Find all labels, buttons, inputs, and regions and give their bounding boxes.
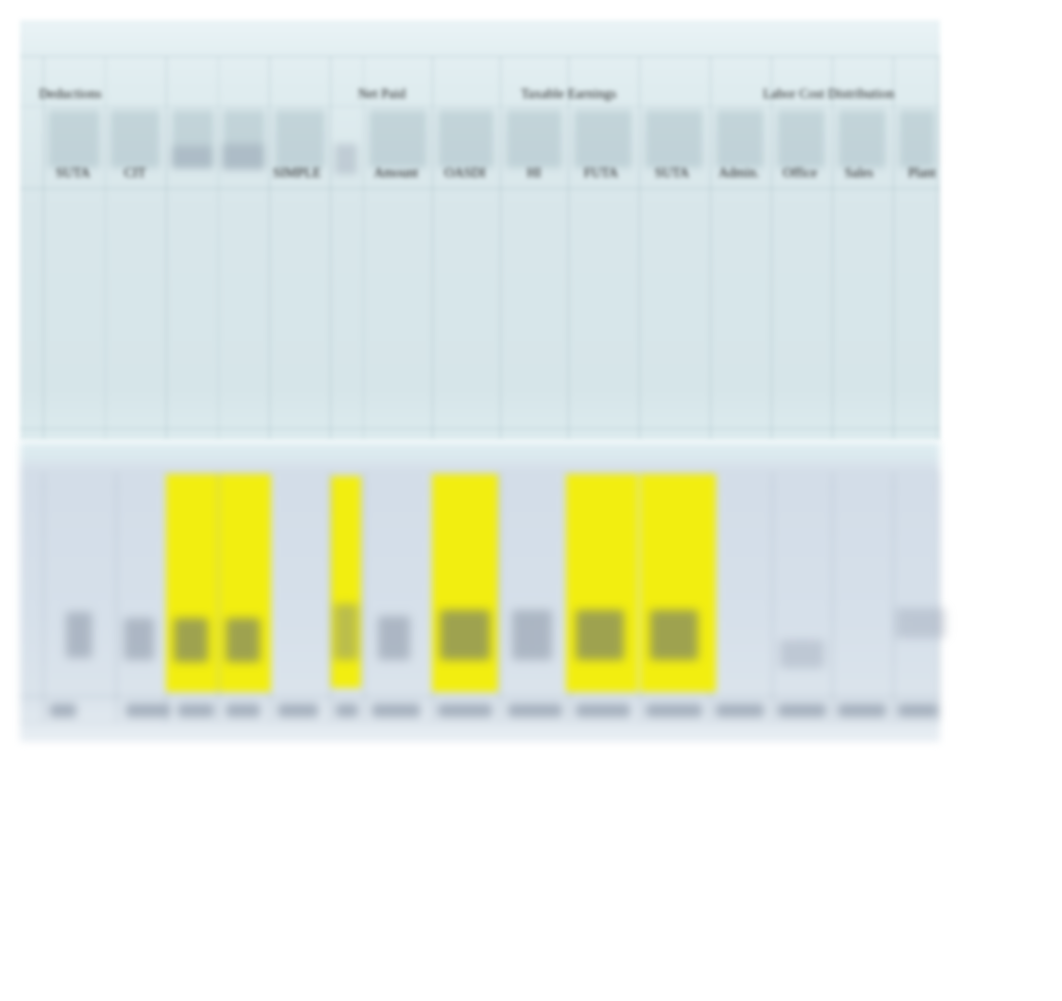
- column-header-futa: FUTA: [583, 165, 619, 180]
- column-header-simple: SIMPLE: [272, 165, 321, 180]
- lower-table-top-divider: [20, 472, 940, 473]
- group-header-deductions: Deductions: [39, 86, 102, 101]
- upper-table: Deductions Net Paid Taxable Earnings Lab…: [20, 20, 940, 440]
- payroll-register-sheet: Deductions Net Paid Taxable Earnings Lab…: [20, 20, 946, 742]
- header-divider-top: [20, 56, 940, 57]
- column-header-net-paid-amount: Amount: [373, 165, 419, 180]
- upper-table-body: [43, 188, 939, 428]
- group-header-taxable-earnings: Taxable Earnings: [521, 86, 617, 101]
- upper-table-top-band: [20, 20, 940, 56]
- lower-table-values-divider: [20, 696, 940, 697]
- lower-table-top-band: [20, 442, 940, 462]
- group-header-net-paid: Net Paid: [358, 86, 406, 101]
- column-header-cit: CIT: [124, 165, 146, 180]
- group-header-labor-cost-distribution: Labor Cost Distribution: [763, 86, 895, 101]
- upper-table-bottom-divider: [20, 428, 940, 429]
- totals-row: [20, 700, 940, 730]
- lower-table: [20, 442, 946, 742]
- group-header-divider: [20, 106, 940, 107]
- column-header-plant: Plant: [908, 165, 936, 180]
- column-header-oasdi: OASDI: [444, 165, 486, 180]
